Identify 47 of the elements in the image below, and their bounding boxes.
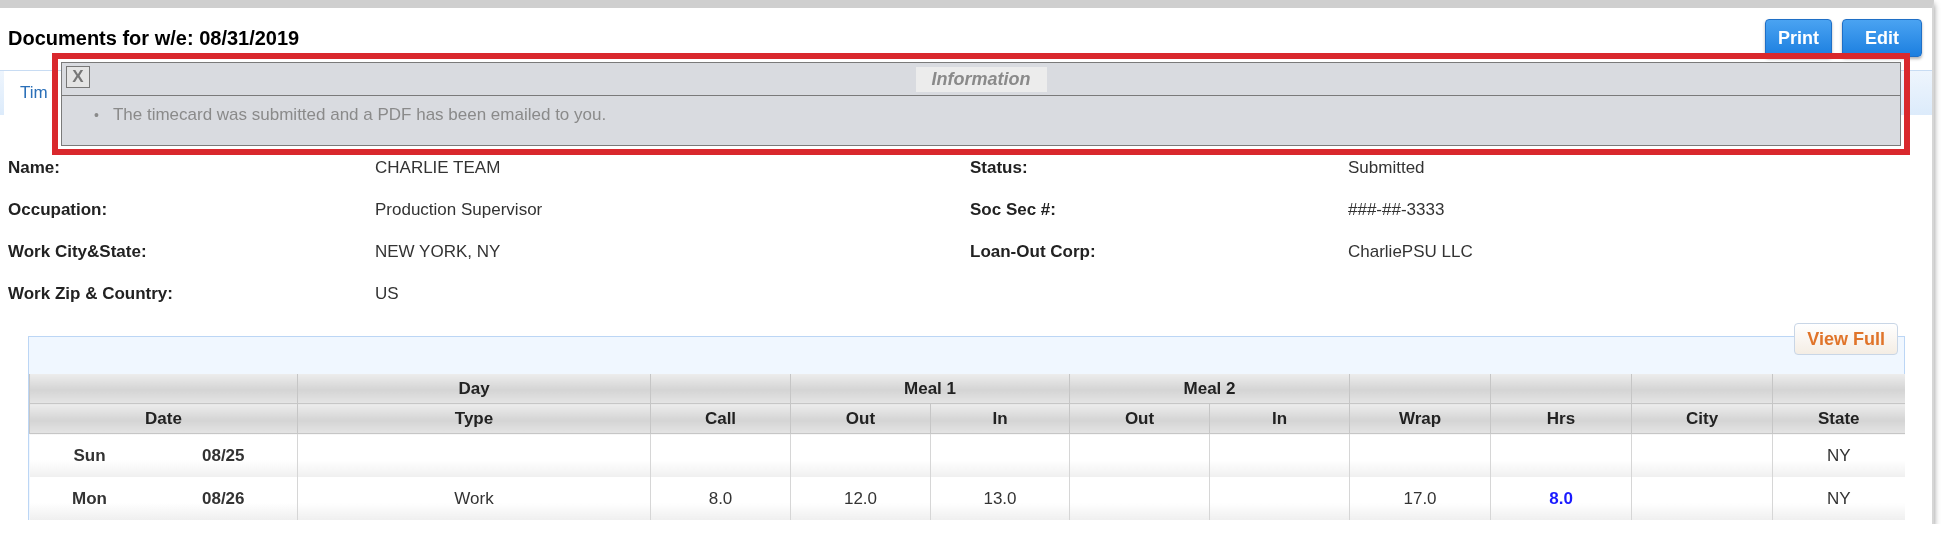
popup-message: The timecard was submitted and a PDF has been emailed to you. [112, 104, 607, 126]
column-header: State [1772, 403, 1905, 434]
column-header: Out [790, 403, 931, 434]
field-label: Work Zip & Country: [8, 284, 174, 304]
column-header: Out [1069, 403, 1210, 434]
field-value: ###-##-3333 [1348, 200, 1446, 220]
column-header: Date [29, 403, 298, 434]
field-value: Production Supervisor [375, 200, 544, 220]
table-cell: 08/25 [149, 433, 298, 477]
popup-title: Information [915, 66, 1047, 92]
field-value: CHARLIE TEAM [375, 158, 502, 178]
header-cell: Meal 2 [1069, 374, 1350, 404]
field-label: Soc Sec #: [970, 200, 1057, 220]
view-full-button[interactable]: View Full [1794, 323, 1898, 355]
header-cell: Day [297, 374, 651, 404]
field-value: CharliePSU LLC [1348, 242, 1474, 262]
column-header: City [1631, 403, 1773, 434]
field-label: Loan-Out Corp: [970, 242, 1097, 262]
table-cell: 8.0 [1490, 477, 1632, 520]
field-value: US [375, 284, 400, 304]
table-cell: 08/26 [149, 477, 298, 520]
table-cell: NY [1772, 477, 1905, 520]
bullet: • [94, 106, 99, 125]
field-label: Status: [970, 158, 1029, 178]
field-label: Occupation: [8, 200, 109, 220]
table-cell: 8.0 [650, 477, 791, 520]
column-header: Type [297, 403, 651, 434]
page-title: Documents for w/e: 08/31/2019 [8, 26, 300, 50]
table-cell: 17.0 [1349, 477, 1491, 520]
field-label: Work City&State: [8, 242, 148, 262]
edit-button[interactable]: Edit [1842, 19, 1922, 57]
table-cell: Mon [29, 477, 150, 520]
field-value: Submitted [1348, 158, 1426, 178]
column-header: Hrs [1490, 403, 1632, 434]
field-value: NEW YORK, NY [375, 242, 502, 262]
table-cell: 13.0 [930, 477, 1070, 520]
column-header: In [930, 403, 1070, 434]
table-cell: NY [1772, 433, 1905, 477]
field-label: Name: [8, 158, 61, 178]
table-cell: Sun [29, 433, 150, 477]
close-button[interactable]: X [66, 66, 90, 88]
table-cell: Work [297, 477, 651, 520]
column-header: Call [650, 403, 791, 434]
table-cell: 12.0 [790, 477, 931, 520]
column-header: In [1209, 403, 1350, 434]
header-cell: Meal 1 [790, 374, 1070, 404]
column-header: Wrap [1349, 403, 1491, 434]
